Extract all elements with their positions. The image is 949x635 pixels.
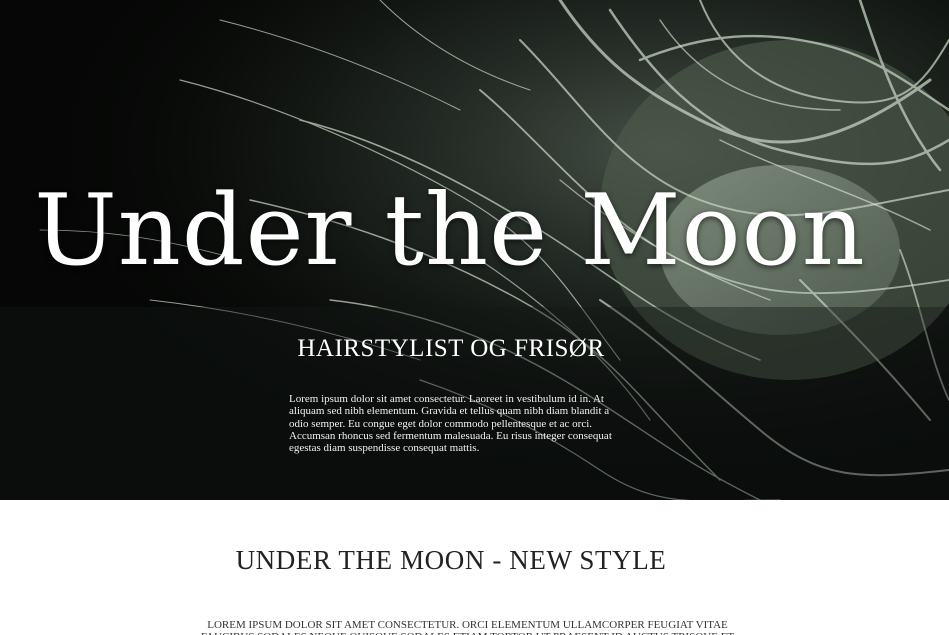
hero-description: Lorem ipsum dolor sit amet consectetur. … [289,393,612,455]
section-description: LOREM IPSUM DOLOR SIT AMET CONSECTETUR. … [201,619,734,635]
hero-banner: Under the Moon HAIRSTYLIST OG FRISØR Lor… [0,0,949,500]
section-title: UNDER THE MOON - NEW STYLE [235,545,667,575]
hero-title: Under the Moon [34,174,866,288]
hero-subtitle: HAIRSTYLIST OG FRISØR [297,335,605,362]
new-style-section: UNDER THE MOON - NEW STYLE LOREM IPSUM D… [0,500,949,635]
